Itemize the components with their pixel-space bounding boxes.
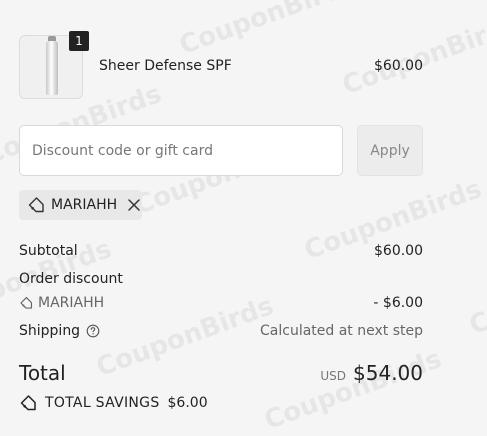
- close-icon[interactable]: [127, 198, 141, 212]
- shipping-label: Shipping: [19, 323, 81, 339]
- shipping-value: Calculated at next step: [260, 323, 423, 339]
- order-summary: 1 Sheer Defense SPF $60.00 Apply MARIAHH…: [0, 0, 487, 434]
- subtotal-value: $60.00: [374, 243, 423, 259]
- discount-code-line: MARIAHH: [19, 295, 104, 311]
- order-discount-label: Order discount: [19, 271, 123, 287]
- tag-icon: [19, 394, 37, 412]
- bottle-image: [46, 41, 58, 95]
- total-savings-row: TOTAL SAVINGS $6.00: [19, 394, 208, 412]
- total-amount: $54.00: [353, 361, 423, 385]
- quantity-badge: 1: [69, 31, 89, 51]
- total-amount-group: USD $54.00: [320, 361, 423, 385]
- tag-icon: [19, 296, 33, 310]
- applied-discount-code: MARIAHH: [51, 197, 118, 213]
- total-savings-label: TOTAL SAVINGS: [45, 395, 160, 411]
- question-circle-icon[interactable]: [86, 324, 100, 338]
- product-name: Sheer Defense SPF: [99, 58, 232, 74]
- discount-code-text: MARIAHH: [38, 295, 105, 311]
- subtotal-label: Subtotal: [19, 243, 78, 259]
- applied-discount-chip: MARIAHH: [19, 190, 142, 220]
- apply-button[interactable]: Apply: [357, 125, 423, 176]
- discount-code-input[interactable]: [19, 125, 343, 176]
- total-savings-value: $6.00: [167, 395, 208, 411]
- tag-icon: [27, 196, 45, 214]
- shipping-row: Shipping: [19, 323, 100, 339]
- total-label: Total: [19, 361, 66, 385]
- product-price: $60.00: [374, 58, 423, 74]
- total-currency: USD: [320, 369, 347, 383]
- discount-value: - $6.00: [373, 295, 423, 311]
